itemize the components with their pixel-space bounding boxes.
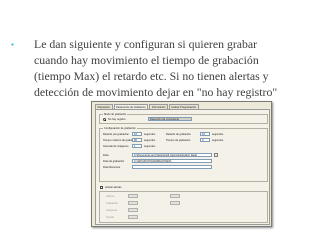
alert-row-label: Alarma: [106, 195, 115, 198]
slide-bullet-text: Le dan siguiente y configuran si quieren…: [34, 37, 278, 99]
record-delay-field[interactable]: 10: [200, 132, 210, 136]
record-path-field[interactable]: C:\ARCHIVOS\GRABACIONES\: [132, 159, 212, 163]
no-record-label: No hay registro: [108, 118, 126, 121]
record-mode-select[interactable]: Detección de movimiento: [148, 117, 192, 121]
alerts-group: Alarma Grabación Imágenes Sonido: [99, 191, 268, 223]
record-time-field[interactable]: 0: [200, 138, 210, 142]
enable-alerts-label: Activar alertas: [105, 186, 122, 189]
alert-row-field[interactable]: [128, 215, 138, 219]
image-interval-field[interactable]: 1: [132, 144, 142, 148]
alert-row-label: Imágenes: [106, 209, 118, 212]
recording-mode-group: Modo de grabación No hay registro Detecc…: [99, 113, 268, 124]
enable-alerts-checkbox[interactable]: [100, 186, 103, 189]
alert-row-label: Grabación: [106, 202, 118, 205]
alert-row-field[interactable]: [170, 194, 180, 198]
alert-row-field[interactable]: [170, 201, 180, 205]
path-browse-button[interactable]: [214, 153, 218, 157]
no-record-radio[interactable]: [103, 118, 106, 121]
bullet-marker: ▪: [11, 40, 14, 49]
record-delay-label: Retardo de grabación: [166, 133, 191, 136]
record-delay-unit: segundos: [212, 133, 224, 136]
max-time-unit: segundos: [144, 139, 156, 142]
pre-record-field[interactable]: 10: [132, 132, 142, 136]
pre-record-label: Retardo pre-grabación: [103, 133, 129, 136]
alert-row-label: Sonido: [106, 216, 115, 219]
alert-row-field[interactable]: [128, 194, 138, 198]
record-path-label: Ruta de grabación: [103, 160, 125, 163]
image-interval-unit: segundos: [144, 145, 156, 148]
path-label: Ruta: [103, 154, 109, 157]
alert-row-field[interactable]: [128, 208, 138, 212]
tab-panel: Modo de grabación No hay registro Detecc…: [95, 109, 270, 225]
recording-config-title: Configuración de grabación: [103, 127, 137, 130]
path-field[interactable]: C:\Documents and Settings\All Users\Appl…: [132, 153, 212, 157]
record-time-unit: segundos: [212, 139, 224, 142]
recording-settings-dialog: Dispositivo Parametros de Grabacion Info…: [91, 101, 272, 227]
resource-path-label: Ruta Recursos: [103, 166, 121, 169]
record-time-label: Tiempo de grabación: [166, 139, 191, 142]
recording-config-group: Configuración de grabación Retardo pre-g…: [99, 127, 268, 182]
resource-path-field[interactable]: [132, 165, 212, 169]
pre-record-unit: segundos: [144, 133, 156, 136]
image-interval-label: Intervalo de imágenes: [103, 145, 129, 148]
alert-row-field[interactable]: [128, 201, 138, 205]
max-time-field[interactable]: 60: [132, 138, 142, 142]
recording-mode-title: Modo de grabación: [103, 113, 128, 116]
